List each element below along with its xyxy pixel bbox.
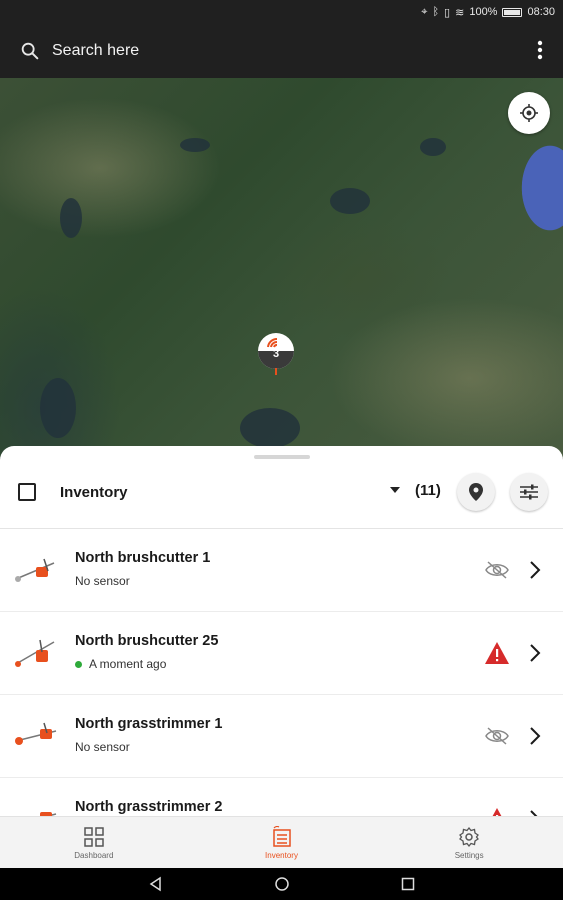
item-title: North grasstrimmer 1 (75, 716, 223, 732)
bluetooth-icon: ᛒ (432, 6, 440, 18)
eye-off-icon (485, 727, 509, 745)
map-pin-icon (469, 483, 483, 501)
brushcutter-thumbnail (15, 558, 55, 582)
list-item[interactable]: North grasstrimmer 2 (0, 777, 563, 816)
nav-inventory[interactable]: Inventory (188, 817, 376, 868)
chevron-right-icon[interactable] (528, 809, 542, 816)
list-item[interactable]: North brushcutter 1 No sensor (0, 528, 563, 611)
nav-label: Dashboard (74, 850, 114, 860)
map-lake (420, 138, 446, 156)
item-title: North grasstrimmer 2 (75, 799, 223, 815)
inventory-title: Inventory (60, 483, 128, 501)
map-view[interactable]: 3 (0, 78, 563, 458)
search-icon[interactable] (19, 40, 41, 62)
search-bar[interactable]: Search here (0, 24, 563, 78)
online-dot-icon (75, 660, 82, 668)
location-icon: ⌖ (421, 5, 428, 18)
bottom-navigation: Dashboard Inventory Settings (0, 816, 563, 868)
nav-label: Settings (454, 850, 484, 860)
item-title: North brushcutter 1 (75, 550, 211, 566)
map-lake (180, 138, 210, 152)
item-subtitle-text: No sensor (75, 740, 130, 754)
warning-icon (485, 642, 509, 664)
item-subtitle: No sensor (75, 574, 130, 588)
map-lake (40, 378, 76, 438)
map-pin-button[interactable] (457, 473, 495, 511)
item-subtitle-text: A moment ago (89, 657, 167, 671)
map-lake (330, 188, 370, 214)
grasstrimmer-thumbnail (15, 722, 57, 745)
cluster-count: 3 (272, 348, 280, 360)
item-subtitle-text: No sensor (75, 574, 130, 588)
list-item[interactable]: North grasstrimmer 1 No sensor (0, 694, 563, 777)
inventory-list-icon (272, 825, 291, 847)
cluster-marker[interactable]: 3 (257, 332, 295, 376)
inventory-count: (11) (415, 482, 441, 499)
nav-dashboard[interactable]: Dashboard (0, 817, 188, 868)
recents-icon[interactable] (400, 876, 416, 892)
item-subtitle: A moment ago (75, 657, 166, 671)
eye-off-icon (485, 561, 509, 579)
brushcutter-thumbnail (15, 639, 55, 667)
clock: 08:30 (527, 6, 555, 18)
filter-sliders-icon (520, 484, 538, 500)
warning-icon (492, 808, 502, 816)
wifi-icon: ≋ (455, 6, 465, 19)
chevron-right-icon[interactable] (528, 560, 542, 580)
item-subtitle: No sensor (75, 740, 130, 754)
back-icon[interactable] (148, 876, 164, 892)
map-lake (60, 198, 82, 238)
dashboard-grid-icon (84, 826, 104, 847)
more-vert-icon[interactable] (537, 40, 543, 60)
nav-label: Inventory (265, 850, 298, 860)
map-lake (240, 408, 300, 448)
gear-icon (459, 826, 480, 847)
drag-handle[interactable] (254, 455, 310, 459)
grasstrimmer-thumbnail (40, 812, 57, 816)
chevron-right-icon[interactable] (528, 643, 542, 663)
select-all-checkbox[interactable] (18, 483, 36, 501)
sheet-header: Inventory (11) (0, 470, 563, 514)
home-icon[interactable] (274, 876, 290, 892)
chevron-right-icon[interactable] (528, 726, 542, 746)
battery-percent: 100% (469, 6, 498, 18)
inventory-list: North brushcutter 1 No sensor North brus… (0, 528, 563, 816)
vibrate-icon: ▯ (444, 6, 451, 19)
filter-button[interactable] (510, 473, 548, 511)
battery-icon (502, 7, 523, 17)
my-location-button[interactable] (508, 92, 550, 134)
nav-settings[interactable]: Settings (375, 817, 563, 868)
list-item[interactable]: North brushcutter 25 A moment ago (0, 611, 563, 694)
status-bar: ⌖ ᛒ ▯ ≋ 100% 08:30 (0, 0, 563, 24)
my-location-icon (520, 104, 538, 122)
inventory-sheet: Inventory (11) North brushcutter 1 No se… (0, 446, 563, 816)
search-input[interactable]: Search here (52, 42, 139, 60)
dropdown-arrow-icon[interactable] (390, 487, 400, 493)
system-navigation-bar (0, 868, 563, 900)
item-title: North brushcutter 25 (75, 633, 219, 649)
